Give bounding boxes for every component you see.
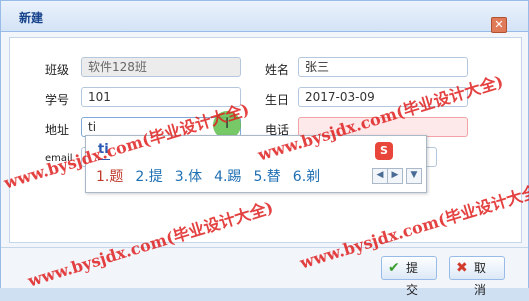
name-label: 姓名 [265,63,290,77]
new-record-dialog: 新建 ✕ 班级 软件128班 姓名 张三 学号 101 生日 2017-03-0… [0,0,529,297]
student-id-field[interactable]: 101 [81,87,241,107]
submit-button-label: 提交 [406,261,419,297]
ime-composition-underline [98,159,110,160]
address-label: 地址 [45,123,70,137]
dialog-title: 新建 [19,11,44,25]
ime-candidate-list: 1.题 2.提 3.体 4.踢 5.替 6.剃 [96,166,332,186]
cancel-button[interactable]: ✖ 取消 [449,256,505,297]
ime-prev-icon[interactable]: ◀ [372,168,388,184]
name-field[interactable]: 张三 [298,57,468,77]
ime-expand-icon[interactable]: ▼ [406,168,422,184]
ime-next-icon[interactable]: ▶ [387,168,403,184]
submit-button[interactable]: ✔ 提交 [381,256,437,297]
ime-candidate[interactable]: 5.替 [253,166,280,186]
check-icon: ✔ [388,260,400,276]
sogou-logo-icon: S [375,142,393,160]
ime-candidate[interactable]: 4.踢 [214,166,241,186]
ime-composition: ti [98,142,109,157]
dialog-titlebar[interactable]: 新建 ✕ [1,1,528,33]
email-label: email [45,153,73,164]
ime-candidate[interactable]: 6.剃 [293,166,320,186]
ime-candidate[interactable]: 1.题 [96,166,123,186]
birthday-field[interactable]: 2017-03-09 [298,87,468,107]
phone-field[interactable] [298,117,468,137]
birthday-label: 生日 [265,93,290,107]
dialog-footer: ✔ 提交 ✖ 取消 [1,247,528,297]
class-field[interactable]: 软件128班 [81,57,241,77]
cancel-icon: ✖ [456,260,468,276]
text-cursor-icon: I [225,116,230,132]
class-label: 班级 [45,63,70,77]
student-id-label: 学号 [45,93,70,107]
ime-candidate-window: ti S 1.题 2.提 3.体 4.踢 5.替 6.剃 ◀ ▶ ▼ [85,135,427,193]
ime-candidate[interactable]: 2.提 [135,166,162,186]
cancel-button-label: 取消 [474,261,487,297]
close-icon[interactable]: ✕ [491,17,507,33]
ime-candidate[interactable]: 3.体 [175,166,202,186]
